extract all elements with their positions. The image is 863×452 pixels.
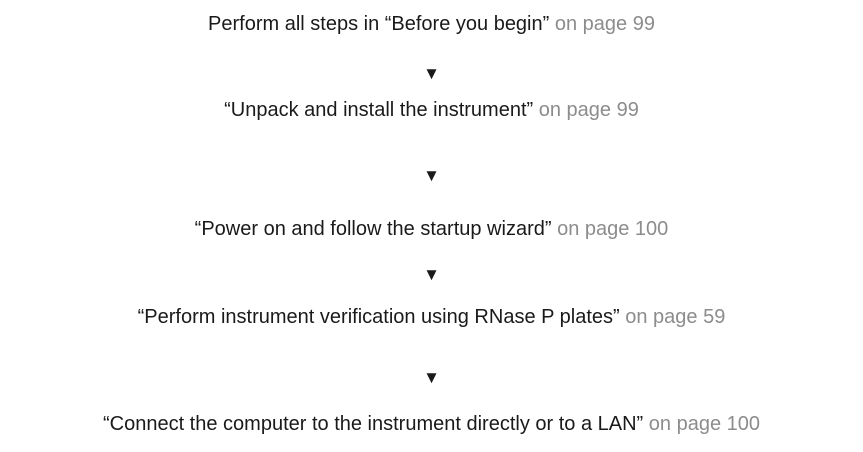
down-arrow-icon: ▼	[423, 166, 440, 185]
step-3-page-link[interactable]: on page 100	[557, 218, 668, 240]
step-4-page-link[interactable]: on page 59	[625, 306, 725, 328]
down-arrow-icon: ▼	[423, 368, 440, 387]
workflow-step-3: “Power on and follow the startup wizard”…	[0, 215, 863, 243]
workflow-step-1: Perform all steps in “Before you begin” …	[0, 10, 863, 38]
step-3-title: “Power on and follow the startup wizard”	[194, 218, 552, 240]
step-5-page-link[interactable]: on page 100	[649, 413, 760, 435]
down-arrow-icon: ▼	[423, 265, 440, 284]
step-1-title: Perform all steps in “Before you begin”	[208, 13, 550, 35]
step-4-title: “Perform instrument verification using R…	[137, 306, 620, 328]
workflow-step-4: “Perform instrument verification using R…	[0, 303, 863, 331]
workflow-step-5: “Connect the computer to the instrument …	[0, 410, 863, 438]
down-arrow-icon: ▼	[423, 64, 440, 83]
step-5-title: “Connect the computer to the instrument …	[102, 413, 644, 435]
workflow-step-2: “Unpack and install the instrument” on p…	[0, 96, 863, 124]
step-1-page-link[interactable]: on page 99	[555, 13, 655, 35]
step-2-page-link[interactable]: on page 99	[539, 99, 639, 121]
step-2-title: “Unpack and install the instrument”	[224, 99, 534, 121]
workflow-diagram: Perform all steps in “Before you begin” …	[0, 0, 863, 452]
